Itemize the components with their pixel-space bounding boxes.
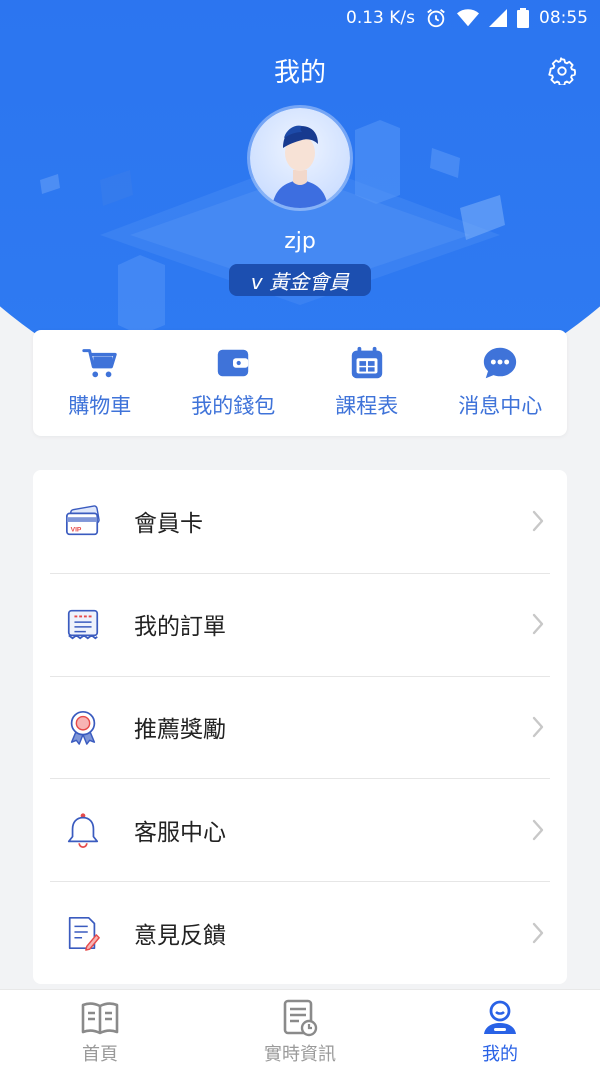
svg-text:VIP: VIP	[71, 527, 82, 534]
menu-item-label: 我的訂單	[134, 614, 226, 641]
nav-tab-home[interactable]: 首頁	[0, 990, 200, 1068]
quick-action-wallet[interactable]: 我的錢包	[167, 330, 301, 436]
network-speed: 0.13 K/s	[346, 8, 415, 28]
user-avatar-icon	[272, 125, 328, 208]
calendar-icon	[351, 346, 382, 379]
wallet-icon	[218, 349, 249, 377]
news-icon	[283, 999, 318, 1037]
quick-action-label: 我的錢包	[191, 394, 276, 418]
quick-action-label: 課程表	[335, 394, 399, 418]
menu-item-label: 推薦獎勵	[134, 716, 226, 743]
menu-item-member-card[interactable]: VIP 會員卡	[33, 470, 567, 573]
chevron-right-icon	[532, 716, 544, 738]
quick-action-messages[interactable]: 消息中心	[434, 330, 568, 436]
quick-actions-card: 購物車 我的錢包 課程表 消息中心	[33, 330, 567, 436]
menu-item-customer-service[interactable]: 客服中心	[33, 778, 567, 881]
chevron-right-icon	[532, 613, 544, 635]
nav-tab-news[interactable]: 實時資訊	[200, 990, 400, 1068]
nav-label: 首頁	[82, 1044, 118, 1065]
wifi-icon	[457, 9, 479, 27]
feedback-icon	[68, 916, 100, 951]
menu-item-feedback[interactable]: 意見反饋	[33, 881, 567, 984]
award-icon	[70, 710, 96, 745]
signal-icon	[489, 9, 507, 27]
quick-action-cart[interactable]: 購物車	[33, 330, 167, 436]
battery-icon	[517, 8, 529, 28]
menu-item-label: 客服中心	[134, 819, 226, 846]
vip-card-icon: VIP	[65, 505, 100, 536]
quick-action-schedule[interactable]: 課程表	[300, 330, 434, 436]
cart-icon	[82, 349, 117, 378]
nav-label: 我的	[482, 1044, 518, 1065]
menu-list: VIP 會員卡 我的訂單 推薦獎勵 客服中心 意見反饋	[33, 470, 567, 984]
username: zjp	[284, 229, 316, 254]
user-icon	[484, 1000, 516, 1034]
chevron-right-icon	[532, 819, 544, 840]
chevron-right-icon	[532, 511, 544, 532]
clock: 08:55	[539, 8, 588, 28]
status-bar: 0.13 K/s 08:55	[0, 0, 600, 36]
alarm-icon	[427, 9, 445, 28]
chat-icon	[484, 347, 517, 379]
settings-gear-icon[interactable]	[548, 57, 576, 85]
avatar[interactable]	[250, 108, 350, 208]
menu-item-label: 會員卡	[134, 511, 203, 538]
menu-item-label: 意見反饋	[134, 922, 226, 949]
quick-action-label: 購物車	[68, 394, 132, 418]
page-title: 我的	[273, 58, 326, 88]
menu-item-orders[interactable]: 我的訂單	[33, 572, 567, 676]
book-icon	[81, 1002, 119, 1035]
chevron-right-icon	[532, 922, 544, 943]
bell-icon	[67, 813, 99, 848]
receipt-icon	[67, 610, 99, 640]
nav-tab-profile[interactable]: 我的	[400, 990, 600, 1068]
quick-action-label: 消息中心	[458, 394, 543, 418]
nav-label: 實時資訊	[264, 1044, 336, 1065]
member-level-badge: v 黃金會員	[229, 264, 371, 296]
menu-item-referral-rewards[interactable]: 推薦獎勵	[33, 675, 567, 779]
bottom-navigation: 首頁 實時資訊 我的	[0, 989, 600, 1068]
